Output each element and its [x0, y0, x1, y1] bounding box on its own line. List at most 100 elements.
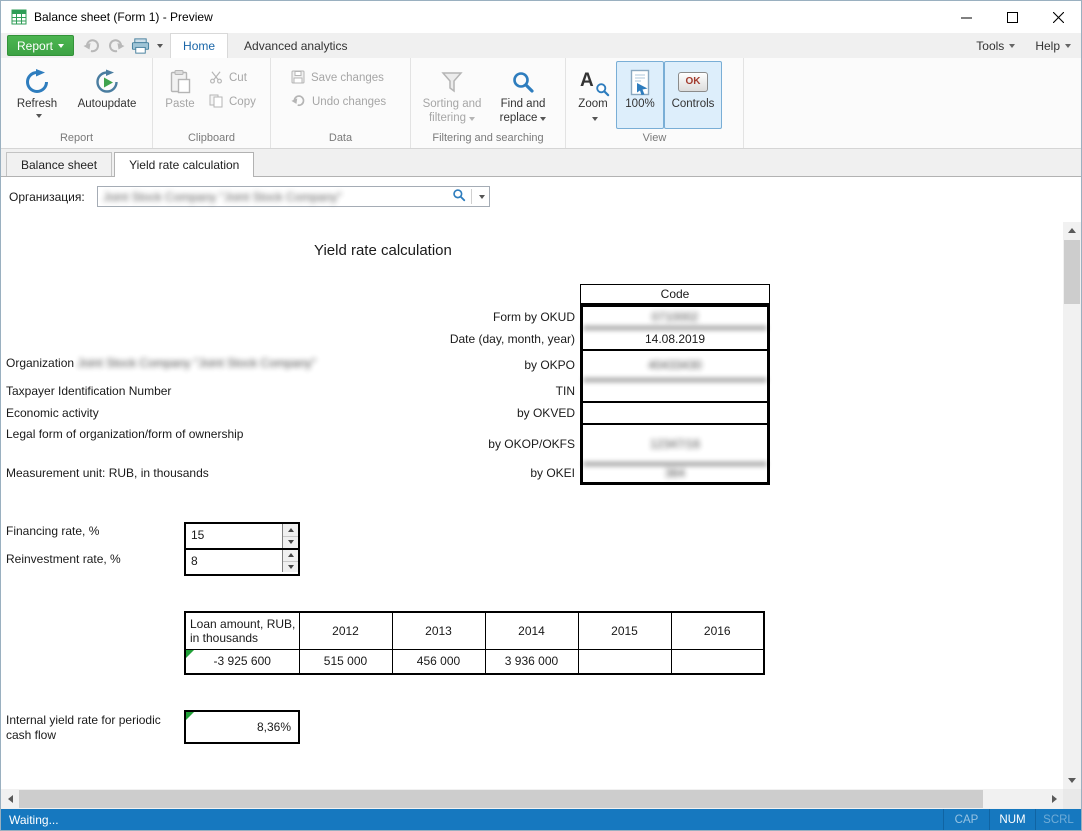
loan-year-cell[interactable]: 3 936 000: [485, 649, 578, 674]
reinvestment-rate-value[interactable]: 8: [186, 550, 282, 572]
tab-home[interactable]: Home: [170, 33, 228, 58]
find-replace-button[interactable]: Find and replace: [489, 61, 557, 129]
controls-icon: OK: [678, 66, 708, 98]
reinvestment-rate-spinbox[interactable]: 8: [186, 548, 298, 572]
reinvestment-rate-label: Reinvestment rate, %: [6, 549, 121, 569]
loan-table-header-cell: 2016: [671, 612, 764, 649]
report-page: Yield rate calculation Code 0710002 14.0…: [1, 216, 1081, 789]
tab-advanced-analytics[interactable]: Advanced analytics: [232, 33, 359, 58]
organization-value: Joint Stock Company "Joint Stock Company…: [103, 190, 452, 204]
minimize-button[interactable]: [943, 1, 989, 33]
spinner-buttons: [282, 550, 298, 572]
row-label-tin: TIN: [281, 381, 575, 401]
row-label-date: Date (day, month, year): [281, 329, 575, 349]
loan-year-cell[interactable]: 515 000: [299, 649, 392, 674]
code-values-column: 0710002 14.08.2019 40433430 12347/16 384: [580, 304, 770, 485]
chevron-down-icon: [540, 117, 546, 121]
ribbon-group-clipboard: Paste Cut Copy Clipboard: [153, 58, 271, 148]
tools-menu[interactable]: Tools: [966, 33, 1025, 58]
cut-button[interactable]: Cut: [203, 67, 262, 89]
paste-label: Paste: [165, 98, 194, 112]
divider: [471, 189, 472, 204]
undo-changes-button[interactable]: Undo changes: [285, 91, 392, 113]
ribbon-group-view: A Zoom 100% OK Controls: [566, 58, 744, 148]
code-value-okei: 384: [583, 465, 767, 482]
spin-up-button[interactable]: [283, 550, 298, 561]
spin-down-button[interactable]: [283, 536, 298, 549]
doc-tab-balance-sheet[interactable]: Balance sheet: [6, 152, 112, 176]
status-text: Waiting...: [9, 813, 59, 827]
report-menu-label: Report: [17, 39, 53, 53]
code-value-okopf: 12347/16: [583, 425, 767, 465]
zoom-level-label: 100%: [625, 98, 654, 112]
zoom-icon: A: [580, 66, 606, 98]
loan-amount-cell[interactable]: -3 925 600: [185, 649, 299, 674]
caps-lock-indicator: CAP: [943, 809, 989, 830]
loan-table-header-cell: 2014: [485, 612, 578, 649]
loan-year-cell[interactable]: 456 000: [392, 649, 485, 674]
financing-rate-value[interactable]: 15: [186, 524, 282, 548]
organization-line: Organization Joint Stock Company "Joint …: [6, 353, 316, 373]
scroll-right-button[interactable]: [1045, 789, 1063, 809]
irr-label: Internal yield rate for periodic cash fl…: [6, 713, 178, 743]
sorting-filtering-button[interactable]: Sorting and filtering: [415, 61, 489, 129]
maximize-button[interactable]: [989, 1, 1035, 33]
code-value-date: 14.08.2019: [583, 329, 767, 351]
close-button[interactable]: [1035, 1, 1081, 33]
window-controls: [943, 1, 1081, 33]
chevron-down-icon: [157, 44, 163, 48]
code-value-tin: [583, 381, 767, 403]
horizontal-scrollbar[interactable]: [1, 789, 1081, 809]
row-label-okved: by OKVED: [281, 403, 575, 423]
ribbon: Refresh Autoupdate Report Paste: [1, 58, 1081, 149]
cut-icon: [209, 70, 223, 87]
horizontal-scrollbar-thumb[interactable]: [19, 790, 983, 808]
loan-year-cell[interactable]: [671, 649, 764, 674]
autoupdate-label: Autoupdate: [78, 98, 137, 112]
menubar-spacer: [359, 33, 966, 58]
paste-button[interactable]: Paste: [157, 61, 203, 129]
report-menu-button[interactable]: Report: [7, 35, 74, 56]
copy-button[interactable]: Copy: [203, 91, 262, 113]
vertical-scrollbar-thumb[interactable]: [1064, 240, 1080, 304]
refresh-button[interactable]: Refresh: [5, 61, 69, 129]
spin-down-button[interactable]: [283, 561, 298, 573]
organization-name: Joint Stock Company "Joint Stock Company…: [77, 356, 316, 370]
financing-rate-spinbox[interactable]: 15: [186, 524, 298, 548]
chevron-down-icon[interactable]: [479, 195, 485, 199]
organization-combobox[interactable]: Joint Stock Company "Joint Stock Company…: [97, 186, 490, 207]
zoom-button[interactable]: A Zoom: [570, 61, 616, 129]
rate-spinboxes: 15 8: [184, 522, 300, 576]
ribbon-group-report-label: Report: [3, 131, 150, 148]
spin-up-button[interactable]: [283, 524, 298, 536]
loan-year-cell[interactable]: [578, 649, 671, 674]
scroll-left-button[interactable]: [1, 789, 19, 809]
paste-icon: [168, 66, 192, 98]
vertical-scrollbar[interactable]: [1063, 222, 1081, 789]
ribbon-group-data-label: Data: [273, 131, 408, 148]
zoom-100-button[interactable]: 100%: [616, 61, 664, 129]
ribbon-group-filtering: Sorting and filtering Find and replace F…: [411, 58, 566, 148]
undo-button[interactable]: [80, 33, 104, 58]
print-button[interactable]: [128, 33, 166, 58]
autoupdate-icon: [94, 66, 120, 98]
ok-text: OK: [686, 76, 701, 88]
organization-bar: Организация: Joint Stock Company "Joint …: [1, 177, 1081, 216]
doc-tab-yield-rate[interactable]: Yield rate calculation: [114, 152, 254, 177]
save-changes-button[interactable]: Save changes: [285, 67, 392, 89]
redo-button[interactable]: [104, 33, 128, 58]
app-icon: [11, 9, 27, 25]
help-menu[interactable]: Help: [1025, 33, 1081, 58]
ribbon-group-data: Save changes Undo changes Data: [271, 58, 411, 148]
code-column-header: Code: [580, 284, 770, 304]
scroll-up-button[interactable]: [1063, 222, 1081, 239]
document-tabs: Balance sheet Yield rate calculation: [1, 149, 1081, 177]
scroll-down-button[interactable]: [1063, 772, 1081, 789]
autoupdate-button[interactable]: Autoupdate: [69, 61, 145, 129]
horizontal-scrollbar-track[interactable]: [19, 789, 1045, 809]
chevron-down-icon: [58, 44, 64, 48]
window-title: Balance sheet (Form 1) - Preview: [34, 10, 213, 24]
controls-button[interactable]: OK Controls: [664, 61, 722, 129]
search-icon[interactable]: [452, 188, 466, 205]
ribbon-group-filtering-label: Filtering and searching: [413, 131, 563, 148]
